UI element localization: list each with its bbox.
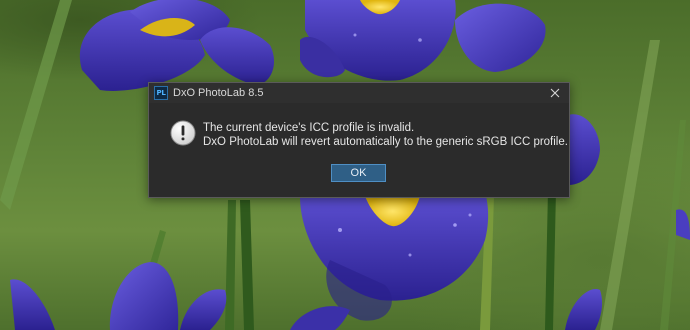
exclamation-icon [170, 120, 196, 146]
close-icon [550, 88, 560, 98]
message-dialog: PL DxO PhotoLab 8.5 The current device's… [148, 82, 570, 198]
ok-button[interactable]: OK [331, 164, 386, 182]
dialog-title: DxO PhotoLab 8.5 [173, 87, 264, 99]
photolab-app-icon: PL [154, 86, 168, 100]
message-line-1: The current device's ICC profile is inva… [203, 122, 415, 134]
message-line-2: DxO PhotoLab will revert automatically t… [203, 136, 568, 148]
app-icon-text: PL [156, 89, 166, 97]
dialog-titlebar[interactable]: PL DxO PhotoLab 8.5 [149, 83, 569, 103]
desktop: PL DxO PhotoLab 8.5 The current device's… [0, 0, 690, 330]
close-button[interactable] [541, 83, 569, 103]
dialog-message: The current device's ICC profile is inva… [203, 121, 568, 149]
dialog-body: The current device's ICC profile is inva… [149, 103, 569, 197]
